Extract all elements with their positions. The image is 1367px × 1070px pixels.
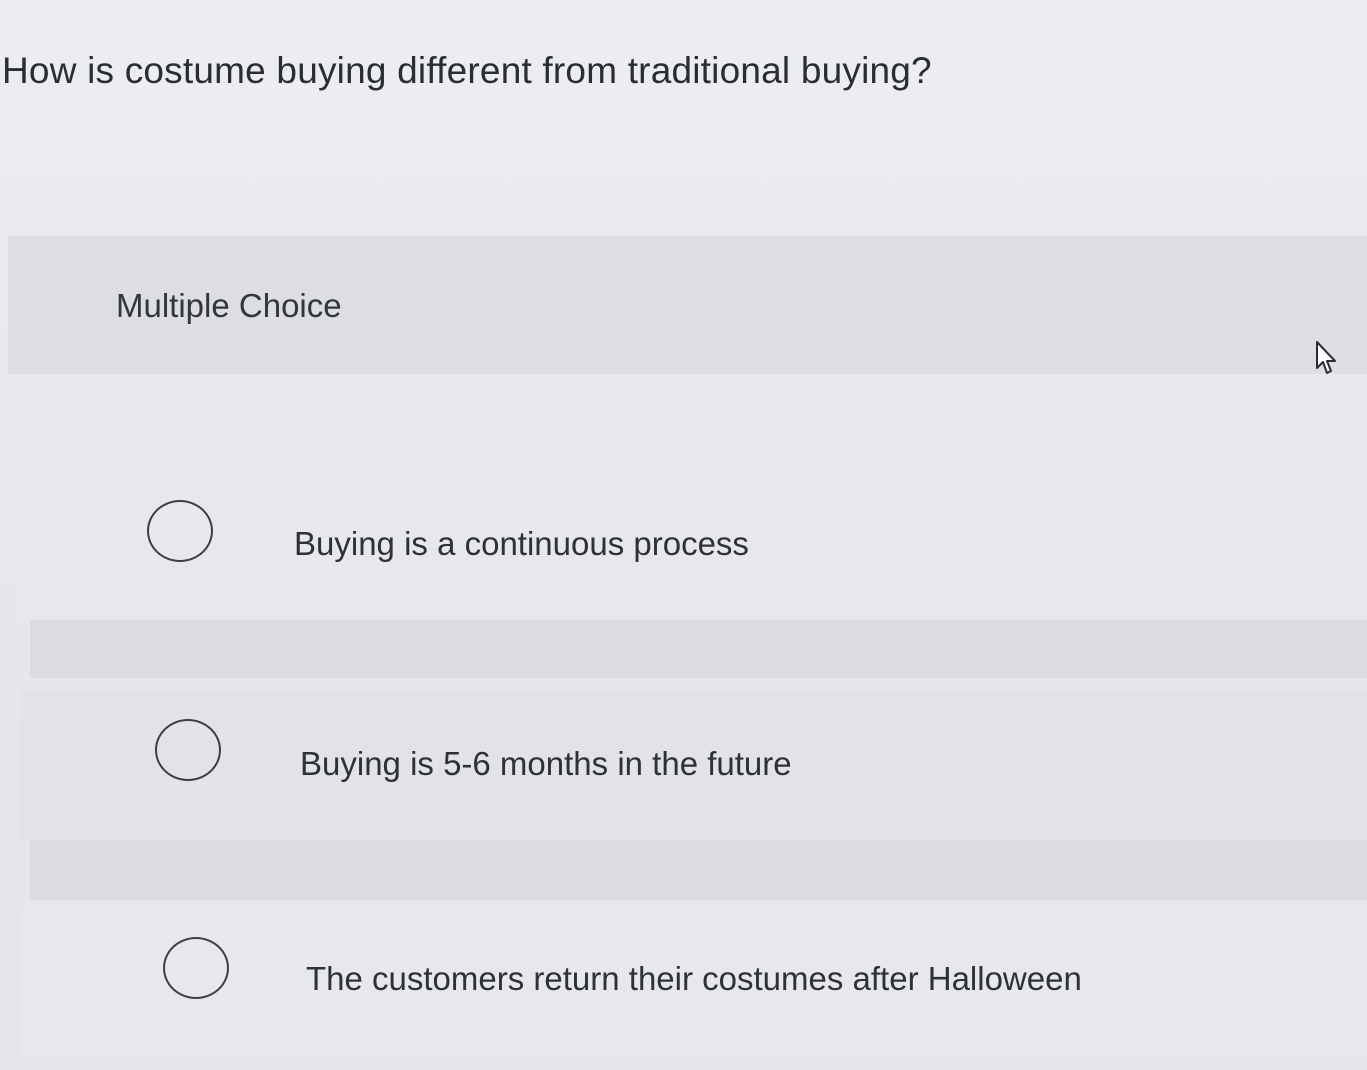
answer-option-label[interactable]: Buying is 5-6 months in the future [300, 745, 792, 783]
answer-option-label[interactable]: The customers return their costumes afte… [306, 960, 1082, 998]
quiz-page: How is costume buying different from tra… [0, 0, 1367, 1070]
answer-option-label[interactable]: Buying is a continuous process [294, 525, 749, 563]
answer-option-2[interactable]: Buying is 5-6 months in the future [20, 690, 1367, 840]
answer-options: Buying is a continuous process Buying is… [0, 450, 1367, 1070]
option-divider [30, 840, 1367, 900]
answer-option-1[interactable]: Buying is a continuous process [20, 470, 1367, 620]
answer-option-3[interactable]: The customers return their costumes afte… [20, 905, 1367, 1055]
radio-button-icon[interactable] [155, 719, 221, 781]
radio-button-icon[interactable] [163, 937, 229, 999]
option-divider [30, 618, 1367, 678]
question-text: How is costume buying different from tra… [2, 50, 932, 91]
question-type-label: Multiple Choice [116, 287, 342, 324]
mouse-pointer-icon [1316, 341, 1336, 374]
radio-button-icon[interactable] [147, 500, 213, 562]
